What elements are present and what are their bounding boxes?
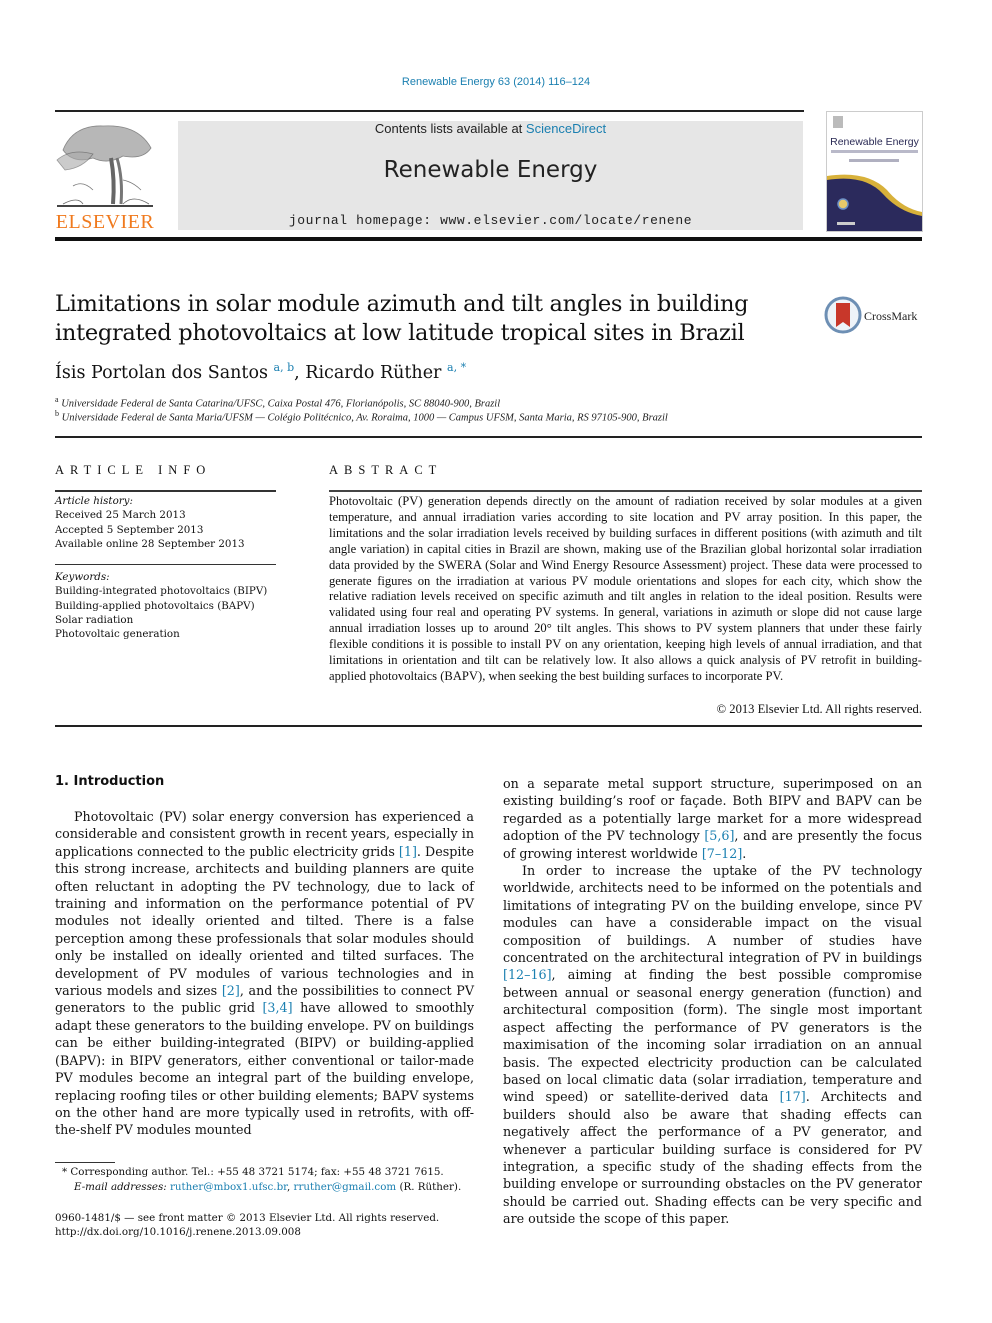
sciencedirect-link[interactable]: ScienceDirect bbox=[526, 121, 606, 136]
text-run: , aiming at finding the best possible co… bbox=[503, 967, 922, 1105]
section-heading-introduction: 1. Introduction bbox=[55, 774, 165, 789]
author-affiliation-marker[interactable]: a, * bbox=[447, 361, 466, 374]
corresponding-author-note: * Corresponding author. Tel.: +55 48 372… bbox=[62, 1166, 444, 1178]
citation-link[interactable]: [7–12] bbox=[702, 846, 742, 861]
article-info-rule bbox=[55, 490, 276, 492]
abstract-rule bbox=[329, 490, 922, 492]
elsevier-wordmark: ELSEVIER bbox=[55, 211, 155, 233]
author-separator: , bbox=[294, 362, 306, 383]
journal-homepage[interactable]: journal homepage: www.elsevier.com/locat… bbox=[178, 213, 803, 228]
body-column-left: Photovoltaic (PV) solar energy conversio… bbox=[55, 808, 474, 1139]
crossmark-icon bbox=[824, 296, 862, 334]
citation-link[interactable]: [2] bbox=[222, 983, 240, 998]
contents-prefix: Contents lists available at bbox=[374, 121, 526, 136]
citation-link[interactable]: [1] bbox=[399, 844, 417, 859]
header-thick-rule bbox=[55, 237, 922, 241]
text-run: have allowed to smoothly adapt these gen… bbox=[55, 1000, 475, 1138]
keywords-rule bbox=[55, 564, 276, 565]
issn-line: 0960-1481/$ — see front matter © 2013 El… bbox=[55, 1212, 440, 1224]
citation-link[interactable]: [5,6] bbox=[704, 828, 734, 843]
abstract-copyright: © 2013 Elsevier Ltd. All rights reserved… bbox=[716, 702, 922, 716]
email-addresses: E-mail addresses: ruther@mbox1.ufsc.br, … bbox=[74, 1181, 461, 1193]
paragraph: Photovoltaic (PV) solar energy conversio… bbox=[55, 808, 474, 1139]
history-label: Article history: bbox=[55, 495, 133, 507]
paper-title-line-1: Limitations in solar module azimuth and … bbox=[55, 291, 749, 317]
paragraph: on a separate metal support structure, s… bbox=[503, 775, 922, 862]
email-link[interactable]: rruther@gmail.com bbox=[294, 1181, 397, 1193]
text-run: . Despite this strong increase, architec… bbox=[55, 843, 474, 999]
text-run: In order to increase the uptake of the P… bbox=[503, 863, 922, 966]
affiliation-rule bbox=[55, 436, 922, 438]
cover-wave-graphic bbox=[827, 174, 922, 231]
affiliation-mark: b bbox=[55, 409, 59, 418]
keywords: Keywords: Building-integrated photovolta… bbox=[55, 570, 280, 641]
affiliation: b Universidade Federal de Santa Maria/UF… bbox=[55, 409, 668, 424]
citation-link[interactable]: [17] bbox=[780, 1089, 806, 1104]
body-column-right: on a separate metal support structure, s… bbox=[503, 775, 922, 1228]
abstract-text: Photovoltaic (PV) generation depends dir… bbox=[329, 494, 922, 683]
keywords-label: Keywords: bbox=[55, 571, 110, 583]
text-run: . bbox=[742, 845, 747, 861]
keyword: Building-integrated photovoltaics (BIPV) bbox=[55, 585, 268, 598]
email-link[interactable]: ruther@mbox1.ufsc.br bbox=[170, 1181, 287, 1193]
elsevier-tree-icon bbox=[56, 125, 153, 207]
paper-title-line-2: integrated photovoltaics at low latitude… bbox=[55, 320, 745, 346]
article-history: Article history: Received 25 March 2013 … bbox=[55, 494, 280, 551]
crossmark-label: CrossMark bbox=[864, 309, 918, 323]
accepted-date: Accepted 5 September 2013 bbox=[55, 523, 204, 536]
article-info-heading: ARTICLE INFO bbox=[55, 463, 212, 477]
online-date: Available online 28 September 2013 bbox=[55, 537, 245, 550]
contents-line: Contents lists available at ScienceDirec… bbox=[178, 121, 803, 136]
email-label: E-mail addresses: bbox=[74, 1181, 170, 1193]
abstract-heading: ABSTRACT bbox=[329, 463, 443, 477]
author-list: Ísis Portolan dos Santos a, b, Ricardo R… bbox=[55, 361, 466, 383]
affiliation-mark: a bbox=[55, 395, 59, 404]
keyword: Building-applied photovoltaics (BAPV) bbox=[55, 599, 255, 612]
author-affiliation-marker[interactable]: a, b bbox=[274, 361, 295, 374]
text-run: . Architects and builders should also be… bbox=[503, 1089, 923, 1227]
affiliation-text: Universidade Federal de Santa Maria/UFSM… bbox=[61, 412, 668, 424]
crossmark-badge[interactable]: CrossMark bbox=[824, 295, 924, 335]
keyword: Solar radiation bbox=[55, 613, 134, 626]
received-date: Received 25 March 2013 bbox=[55, 509, 186, 522]
paper-title: Limitations in solar module azimuth and … bbox=[55, 290, 795, 348]
affiliation: a Universidade Federal de Santa Catarina… bbox=[55, 395, 500, 410]
doi-link[interactable]: http://dx.doi.org/10.1016/j.renene.2013.… bbox=[55, 1226, 301, 1238]
citation-link[interactable]: [12–16] bbox=[503, 967, 552, 982]
keyword: Photovoltaic generation bbox=[55, 628, 180, 641]
journal-reference-link[interactable]: Renewable Energy 63 (2014) 116–124 bbox=[0, 76, 992, 88]
journal-banner: Contents lists available at ScienceDirec… bbox=[178, 121, 803, 230]
email-owner: (R. Rüther). bbox=[396, 1181, 462, 1193]
abstract-bottom-rule bbox=[55, 725, 922, 727]
journal-cover-thumbnail[interactable]: Renewable Energy bbox=[826, 111, 923, 232]
footnote-rule bbox=[55, 1162, 115, 1163]
affiliation-text: Universidade Federal de Santa Catarina/U… bbox=[61, 398, 501, 410]
author-name[interactable]: Ísis Portolan dos Santos bbox=[55, 363, 268, 383]
elsevier-logo[interactable]: ELSEVIER bbox=[53, 120, 157, 234]
author-name[interactable]: Ricardo Rüther bbox=[305, 363, 441, 383]
journal-name: Renewable Energy bbox=[383, 157, 598, 183]
citation-link[interactable]: [3,4] bbox=[262, 1000, 292, 1015]
paragraph: In order to increase the uptake of the P… bbox=[503, 862, 922, 1228]
header-rule bbox=[55, 110, 804, 112]
